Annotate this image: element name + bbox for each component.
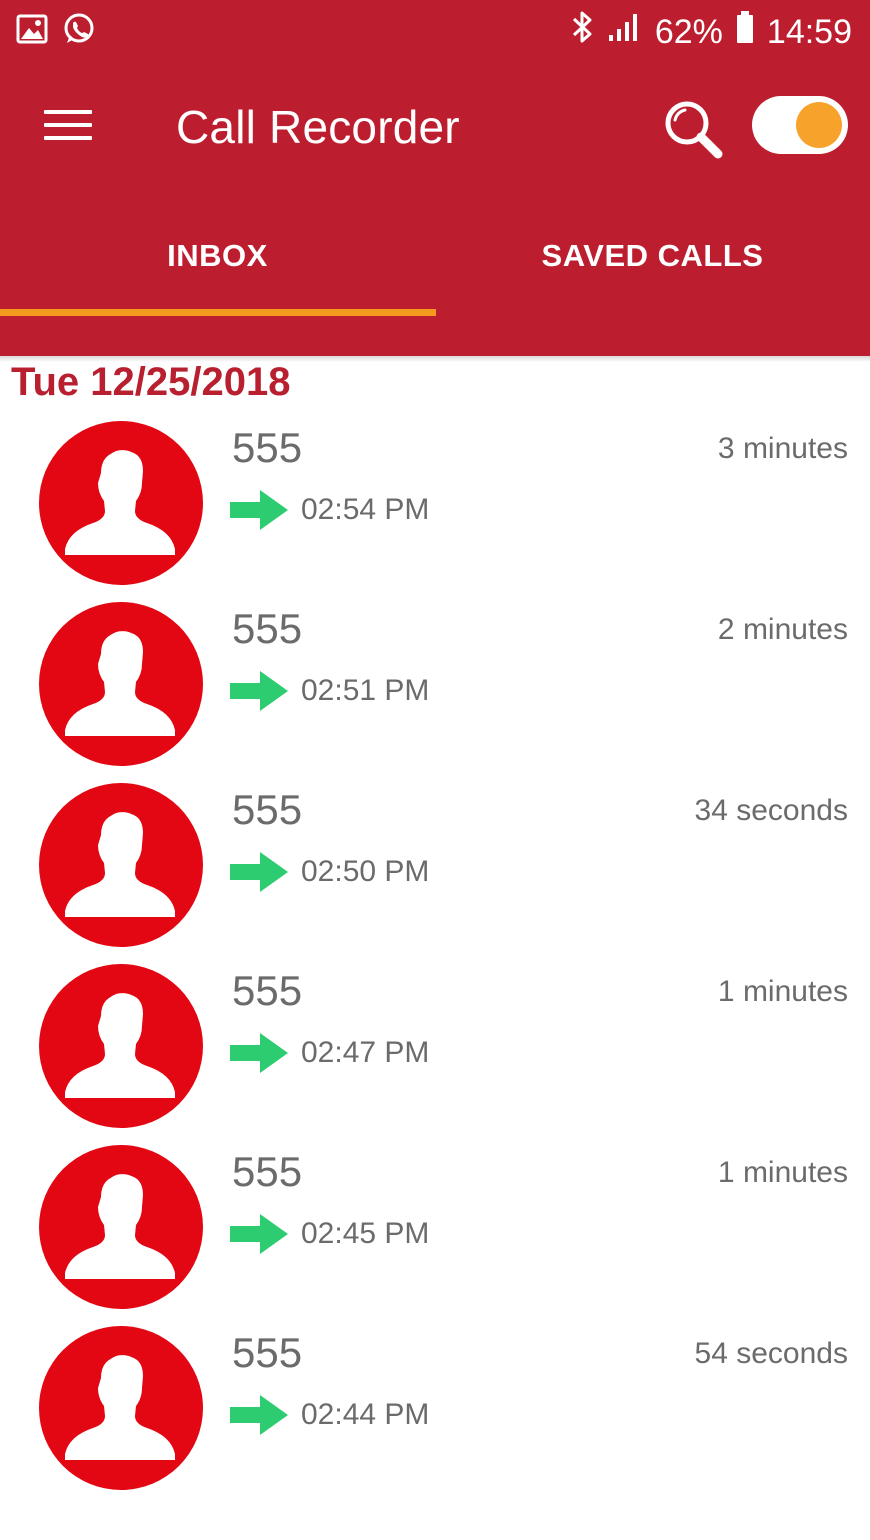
- contact-avatar-icon: [39, 1326, 203, 1490]
- app-title: Call Recorder: [176, 101, 460, 153]
- call-time: 02:51 PM: [301, 674, 430, 707]
- recording-toggle[interactable]: [752, 96, 848, 154]
- contact-avatar-icon: [39, 964, 203, 1128]
- toolbar: Call Recorder: [0, 60, 870, 200]
- contact-avatar-icon: [39, 1145, 203, 1309]
- call-list-item[interactable]: 555 1 minutes 02:47 PM: [0, 963, 870, 1144]
- outgoing-arrow-icon: [230, 490, 288, 530]
- bluetooth-icon: [571, 10, 595, 53]
- call-list-item[interactable]: 555 1 minutes 02:45 PM: [0, 1144, 870, 1325]
- status-right-icons: 62% 14:59: [571, 10, 852, 53]
- call-number: 555: [232, 424, 303, 471]
- call-list-item[interactable]: 555 3 minutes 02:54 PM: [0, 420, 870, 601]
- hamburger-menu-icon[interactable]: [44, 106, 92, 142]
- call-number: 555: [232, 605, 303, 652]
- tab-inbox[interactable]: INBOX: [0, 200, 435, 316]
- call-duration: 2 minutes: [717, 613, 848, 646]
- tab-saved-calls[interactable]: SAVED CALLS: [435, 200, 870, 316]
- call-time: 02:44 PM: [301, 1398, 430, 1431]
- contact-avatar-icon: [39, 421, 203, 585]
- gallery-icon: [16, 14, 48, 49]
- tab-active-indicator: [0, 309, 436, 316]
- search-icon[interactable]: [660, 96, 726, 162]
- signal-percent: 62%: [654, 12, 723, 51]
- status-bar: 62% 14:59: [0, 0, 870, 60]
- call-time: 02:47 PM: [301, 1036, 430, 1069]
- signal-icon: [607, 11, 643, 52]
- call-list-item[interactable]: 555 34 seconds 02:50 PM: [0, 782, 870, 963]
- contact-avatar-icon: [39, 783, 203, 947]
- battery-icon: [735, 10, 755, 53]
- call-number: 555: [232, 1148, 303, 1195]
- call-number: 555: [232, 1329, 303, 1376]
- call-number: 555: [232, 786, 303, 833]
- call-duration: 1 minutes: [717, 975, 848, 1008]
- tab-bar: INBOX SAVED CALLS: [0, 200, 870, 356]
- call-duration: 54 seconds: [694, 1337, 848, 1370]
- call-list-item[interactable]: 555 54 seconds 02:44 PM: [0, 1325, 870, 1506]
- outgoing-arrow-icon: [230, 852, 288, 892]
- call-duration: 1 minutes: [717, 1156, 848, 1189]
- outgoing-arrow-icon: [230, 1033, 288, 1073]
- call-list-item[interactable]: 555 2 minutes 02:51 PM: [0, 601, 870, 782]
- call-number: 555: [232, 967, 303, 1014]
- outgoing-arrow-icon: [230, 671, 288, 711]
- app-root: 62% 14:59 Call Recorder INBOX SAVED CALL…: [0, 0, 870, 1540]
- date-section-header: Tue 12/25/2018: [11, 360, 291, 404]
- contact-avatar-icon: [39, 602, 203, 766]
- outgoing-arrow-icon: [230, 1214, 288, 1254]
- outgoing-arrow-icon: [230, 1395, 288, 1435]
- call-time: 02:54 PM: [301, 493, 430, 526]
- call-time: 02:45 PM: [301, 1217, 430, 1250]
- app-header: 62% 14:59 Call Recorder INBOX SAVED CALL…: [0, 0, 870, 356]
- clock: 14:59: [766, 12, 852, 51]
- call-time: 02:50 PM: [301, 855, 430, 888]
- toggle-knob: [796, 102, 842, 148]
- call-duration: 3 minutes: [717, 432, 848, 465]
- status-left-icons: [16, 12, 96, 51]
- call-duration: 34 seconds: [694, 794, 848, 827]
- whatsapp-icon: [62, 12, 96, 51]
